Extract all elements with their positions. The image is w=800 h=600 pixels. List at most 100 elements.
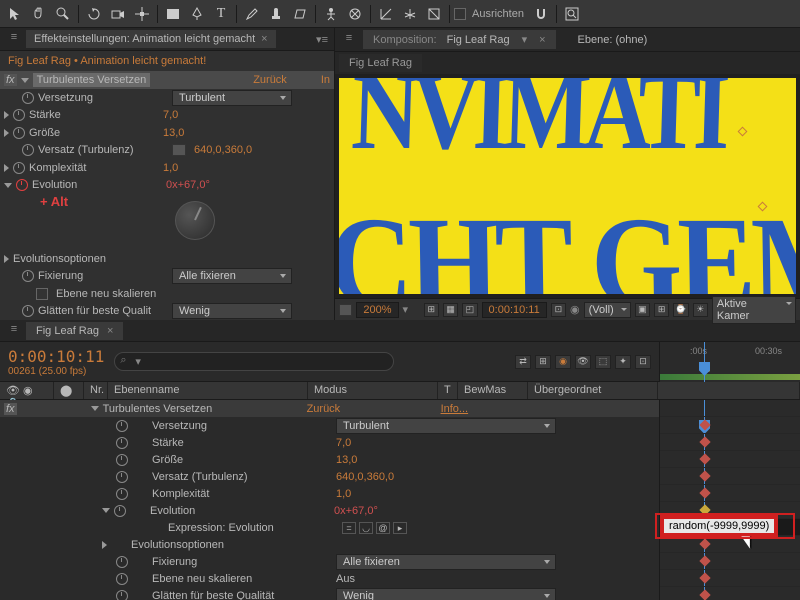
camera-dropdown[interactable]: Aktive Kamer: [712, 296, 796, 324]
viewer-btn[interactable]: ⊞: [424, 303, 439, 317]
timeline-timecode[interactable]: 0:00:10:11: [8, 347, 104, 366]
keyframe[interactable]: [699, 555, 710, 566]
keyframe[interactable]: [699, 538, 710, 549]
expr-graph-icon[interactable]: ◡: [359, 522, 373, 534]
komplexitaet-value[interactable]: 1,0: [163, 162, 178, 174]
rotate-tool-icon[interactable]: [83, 3, 105, 25]
viewer-btn[interactable]: ⌚: [673, 303, 688, 317]
collapse-icon[interactable]: [21, 78, 29, 83]
expand-icon[interactable]: [4, 111, 9, 119]
stopwatch-icon[interactable]: [22, 144, 34, 156]
zoom-tool-icon[interactable]: [52, 3, 74, 25]
tl-komplex-val[interactable]: 1,0: [336, 488, 351, 500]
tl-evolution-val[interactable]: 0x+67,0°: [334, 505, 378, 517]
evolution-value[interactable]: 0x+67,0°: [166, 179, 210, 191]
timeline-tracks[interactable]: random(-9999,9999): [660, 400, 800, 600]
fixierung-dropdown[interactable]: Alle fixieren: [172, 268, 292, 284]
info-link[interactable]: Info...: [441, 403, 469, 415]
viewer-btn[interactable]: ▣: [635, 303, 650, 317]
viewer-btn[interactable]: ◰: [462, 303, 477, 317]
reset-link[interactable]: Zurück: [253, 74, 287, 86]
tl-versetzung-dd[interactable]: Turbulent: [336, 418, 556, 434]
keyframe[interactable]: [699, 470, 710, 481]
expand-icon[interactable]: [4, 164, 9, 172]
stopwatch-icon[interactable]: [114, 505, 126, 517]
tl-glaetten-dd[interactable]: Wenig: [336, 588, 556, 600]
effect-name[interactable]: Turbulentes Versetzen: [33, 73, 151, 87]
tl-opt-icon[interactable]: ✦: [615, 355, 631, 369]
selection-tool-icon[interactable]: [4, 3, 26, 25]
expand-icon[interactable]: [102, 541, 107, 549]
collapse-icon[interactable]: [102, 508, 110, 513]
tl-opt-icon[interactable]: ⊡: [635, 355, 651, 369]
keyframe[interactable]: [699, 504, 710, 515]
stopwatch-icon[interactable]: [16, 179, 28, 191]
grid-icon[interactable]: [339, 304, 352, 316]
playhead[interactable]: [704, 342, 705, 382]
tl-opt-icon[interactable]: ⬚: [595, 355, 611, 369]
collapse-icon[interactable]: [4, 183, 12, 188]
keyframe[interactable]: [699, 589, 710, 600]
stopwatch-icon[interactable]: [116, 420, 128, 432]
stopwatch-icon[interactable]: [116, 488, 128, 500]
expr-menu-icon[interactable]: ▸: [393, 522, 407, 534]
view-axis-icon[interactable]: [423, 3, 445, 25]
rect-tool-icon[interactable]: [162, 3, 184, 25]
versatz-value[interactable]: 640,0,360,0: [194, 144, 252, 156]
viewer-btn[interactable]: ☀: [693, 303, 708, 317]
world-axis-icon[interactable]: [399, 3, 421, 25]
align-checkbox[interactable]: [454, 8, 466, 20]
timeline-tab[interactable]: Fig Leaf Rag×: [26, 322, 123, 340]
tl-groesse-val[interactable]: 13,0: [336, 454, 357, 466]
layer-row[interactable]: fx Turbulentes Versetzen Zurück Info...: [0, 400, 659, 417]
tl-opt-icon[interactable]: 👁: [575, 355, 591, 369]
staerke-value[interactable]: 7,0: [163, 109, 178, 121]
crosshair-icon[interactable]: [172, 144, 186, 156]
close-icon[interactable]: ×: [261, 33, 267, 45]
tl-staerke-val[interactable]: 7,0: [336, 437, 351, 449]
groesse-value[interactable]: 13,0: [163, 127, 184, 139]
glaetten-dropdown[interactable]: Wenig: [172, 303, 292, 319]
composition-viewer[interactable]: NVIMATI CHT GEM: [335, 74, 800, 298]
stopwatch-icon[interactable]: [116, 437, 128, 449]
stopwatch-icon[interactable]: [13, 127, 25, 139]
camera-tool-icon[interactable]: [107, 3, 129, 25]
tl-opt-icon[interactable]: ⊞: [535, 355, 551, 369]
ebene-tab[interactable]: Ebene: (ohne): [558, 31, 668, 49]
stopwatch-icon[interactable]: [116, 471, 128, 483]
layer-name[interactable]: Turbulentes Versetzen: [103, 403, 303, 415]
close-icon[interactable]: ×: [539, 34, 545, 46]
expr-pickwhip-icon[interactable]: @: [376, 522, 390, 534]
stopwatch-icon[interactable]: [13, 162, 25, 174]
zoom-field[interactable]: 200%: [356, 302, 398, 318]
text-tool-icon[interactable]: T: [210, 3, 232, 25]
effect-header-row[interactable]: fx Turbulentes Versetzen Zurück In: [0, 71, 334, 89]
keyframe[interactable]: [699, 419, 710, 430]
tl-versatz-val[interactable]: 640,0,360,0: [336, 471, 394, 483]
timeline-search[interactable]: ▾: [114, 352, 394, 371]
viewer-btn[interactable]: ⊞: [654, 303, 669, 317]
local-axis-icon[interactable]: [375, 3, 397, 25]
anchor-tool-icon[interactable]: [131, 3, 153, 25]
panel-menu-icon[interactable]: ≡: [6, 31, 22, 47]
collapse-icon[interactable]: [91, 406, 99, 411]
stopwatch-icon[interactable]: [22, 92, 34, 104]
eraser-tool-icon[interactable]: [289, 3, 311, 25]
in-link[interactable]: In: [321, 74, 330, 86]
keyframe[interactable]: [699, 436, 710, 447]
roto-tool-icon[interactable]: [344, 3, 366, 25]
versetzung-dropdown[interactable]: Turbulent: [172, 90, 292, 106]
stopwatch-icon[interactable]: [116, 454, 128, 466]
panel-menu-icon[interactable]: ≡: [341, 32, 357, 48]
expand-icon[interactable]: [4, 129, 9, 137]
tl-fixierung-dd[interactable]: Alle fixieren: [336, 554, 556, 570]
comp-sub-tab[interactable]: Fig Leaf Rag: [339, 54, 422, 72]
stopwatch-icon[interactable]: [13, 109, 25, 121]
time-ruler[interactable]: :00s 00:30s: [660, 342, 800, 382]
snap-icon[interactable]: [530, 3, 552, 25]
hand-tool-icon[interactable]: [28, 3, 50, 25]
close-icon[interactable]: ×: [107, 325, 113, 337]
puppet-tool-icon[interactable]: [320, 3, 342, 25]
evolution-dial[interactable]: [175, 201, 215, 240]
search-help-icon[interactable]: [561, 3, 583, 25]
